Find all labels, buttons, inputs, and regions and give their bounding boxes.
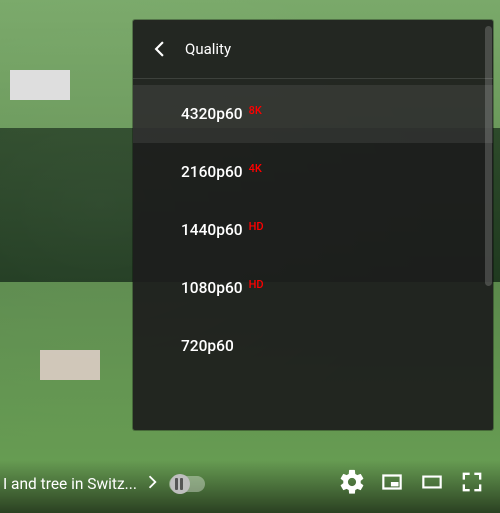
quality-option-badge: 8K xyxy=(249,104,262,117)
quality-menu-title: Quality xyxy=(185,40,231,58)
quality-option[interactable]: 2160p60 4K xyxy=(133,143,493,201)
chevron-left-icon xyxy=(147,36,173,62)
quality-option-label: 2160p60 xyxy=(181,163,243,181)
miniplayer-icon xyxy=(379,469,405,499)
quality-option[interactable]: 720p60 xyxy=(133,317,493,375)
player-controls: I and tree in Switz... xyxy=(0,460,500,513)
quality-option[interactable]: 1440p60 HD xyxy=(133,201,493,259)
quality-option-list: 4320p60 8K 2160p60 4K 1440p60 HD 1080p60 HD 720p… xyxy=(133,79,493,375)
quality-option-label: 720p60 xyxy=(181,337,234,355)
miniplayer-button[interactable] xyxy=(372,466,412,502)
quality-option-badge: 4K xyxy=(249,162,262,175)
quality-option-badge: HD xyxy=(249,278,264,291)
quality-menu-back[interactable]: Quality xyxy=(133,20,493,79)
menu-scrollbar[interactable] xyxy=(485,26,492,286)
next-chapter-button[interactable] xyxy=(137,466,167,502)
chevron-right-icon xyxy=(141,471,163,497)
autoplay-toggle[interactable] xyxy=(169,476,205,492)
quality-option-label: 4320p60 xyxy=(181,105,243,123)
quality-option-badge: HD xyxy=(249,220,264,233)
quality-option-label: 1080p60 xyxy=(181,279,243,297)
pause-icon xyxy=(175,478,183,490)
quality-menu: Quality 4320p608K2160p604K1440p60HD1080p… xyxy=(133,20,493,430)
gear-icon xyxy=(338,468,366,500)
theater-icon xyxy=(419,469,445,499)
settings-button[interactable] xyxy=(332,466,372,502)
chapter-title: I and tree in Switz... xyxy=(3,475,137,493)
quality-option-label: 1440p60 xyxy=(181,221,243,239)
quality-option[interactable]: 1080p60 HD xyxy=(133,259,493,317)
fullscreen-icon xyxy=(458,468,486,500)
quality-option[interactable]: 4320p60 8K xyxy=(133,85,493,143)
theater-mode-button[interactable] xyxy=(412,466,452,502)
fullscreen-button[interactable] xyxy=(452,466,492,502)
